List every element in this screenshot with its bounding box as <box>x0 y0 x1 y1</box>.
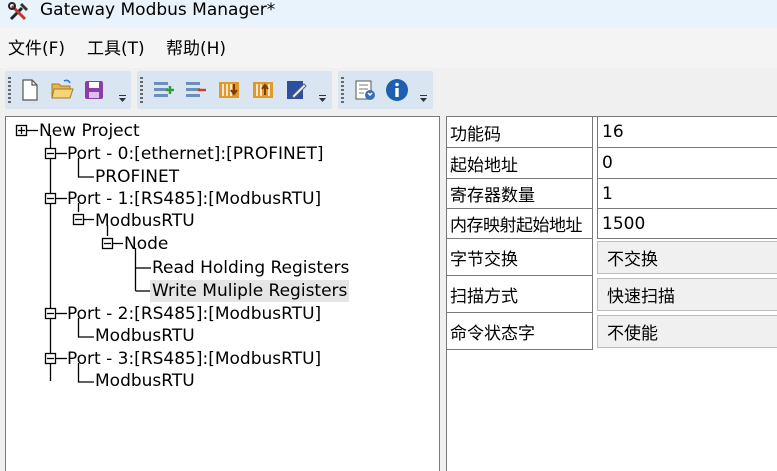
start-address-field[interactable]: 0 <box>597 148 777 179</box>
property-row-byte-swap: 字节交换 不交换 <box>447 239 777 276</box>
property-row-function-code: 功能码 16 <box>447 117 777 148</box>
command-status-select[interactable]: 不使能 <box>597 315 777 348</box>
function-code-field[interactable]: 16 <box>597 117 777 148</box>
title-bar: Gateway Modbus Manager* <box>0 0 777 28</box>
property-name: 内存映射起始地址 <box>447 209 593 239</box>
toolbar-grip[interactable] <box>341 77 344 103</box>
menu-tools[interactable]: 工具(T) <box>87 38 145 60</box>
add-command-icon[interactable] <box>151 78 175 102</box>
toolbar-grip[interactable] <box>8 77 11 103</box>
project-tree[interactable]: New Project Port - 0:[ethernet]:[PROFINE… <box>5 116 440 471</box>
tree-node-port-0[interactable]: Port - 0:[ethernet]:[PROFINET] <box>67 143 323 165</box>
register-count-field[interactable]: 1 <box>597 179 777 209</box>
toolbar-dropdown-icon[interactable] <box>318 93 327 103</box>
save-icon[interactable] <box>82 78 106 102</box>
tree-node-modbusrtu-3[interactable]: ModbusRTU <box>95 370 195 392</box>
info-icon[interactable] <box>385 78 409 102</box>
toolbar-dropdown-icon[interactable] <box>118 93 127 103</box>
tree-node-port-2[interactable]: Port - 2:[RS485]:[ModbusRTU] <box>67 303 321 325</box>
toolbar-dropdown-icon[interactable] <box>419 93 428 103</box>
toolbar-file <box>5 71 131 109</box>
tree-node-port-1[interactable]: Port - 1:[RS485]:[ModbusRTU] <box>67 188 321 210</box>
property-name: 功能码 <box>447 117 593 148</box>
property-row-start-address: 起始地址 0 <box>447 148 777 179</box>
memory-map-start-field[interactable]: 1500 <box>597 209 777 239</box>
toolbar-grip[interactable] <box>140 77 143 103</box>
property-name: 命令状态字 <box>447 313 593 350</box>
new-file-icon[interactable] <box>18 78 42 102</box>
property-name: 扫描方式 <box>447 276 593 313</box>
edit-note-icon[interactable] <box>284 78 308 102</box>
property-row-register-count: 寄存器数量 1 <box>447 179 777 209</box>
tree-node-node[interactable]: Node <box>124 233 168 255</box>
byte-swap-select[interactable]: 不交换 <box>597 241 777 274</box>
property-row-memory-map-start: 内存映射起始地址 1500 <box>447 209 777 239</box>
scan-mode-select[interactable]: 快速扫描 <box>597 278 777 311</box>
config-report-icon[interactable] <box>353 78 377 102</box>
property-name: 字节交换 <box>447 239 593 276</box>
property-row-scan-mode: 扫描方式 快速扫描 <box>447 276 777 313</box>
remove-command-icon[interactable] <box>183 78 207 102</box>
download-icon[interactable] <box>217 78 241 102</box>
tree-node-project[interactable]: New Project <box>39 120 140 142</box>
toolbar-commands <box>137 71 332 109</box>
menu-bar: 文件(F) 工具(T) 帮助(H) <box>0 28 777 68</box>
window-title: Gateway Modbus Manager* <box>40 0 276 20</box>
tree-node-modbusrtu-2[interactable]: ModbusRTU <box>95 325 195 347</box>
property-name: 寄存器数量 <box>447 179 593 209</box>
tree-node-modbusrtu-1[interactable]: ModbusRTU <box>95 210 195 232</box>
wrench-hammer-icon <box>8 2 28 21</box>
open-folder-icon[interactable] <box>50 78 74 102</box>
property-name: 起始地址 <box>447 148 593 179</box>
tree-node-profinet[interactable]: PROFINET <box>95 166 179 188</box>
tree-node-port-3[interactable]: Port - 3:[RS485]:[ModbusRTU] <box>67 348 321 370</box>
menu-file[interactable]: 文件(F) <box>8 38 65 60</box>
tree-node-read-holding-registers[interactable]: Read Holding Registers <box>152 257 349 279</box>
menu-help[interactable]: 帮助(H) <box>166 38 226 60</box>
toolbar-tools <box>338 71 433 109</box>
tree-node-write-multiple-registers[interactable]: Write Muliple Registers <box>150 280 350 302</box>
property-grid: 功能码 16 起始地址 0 寄存器数量 1 内存映射起始地址 1500 字节交换… <box>446 116 777 471</box>
property-row-command-status: 命令状态字 不使能 <box>447 313 777 350</box>
upload-icon[interactable] <box>251 78 275 102</box>
